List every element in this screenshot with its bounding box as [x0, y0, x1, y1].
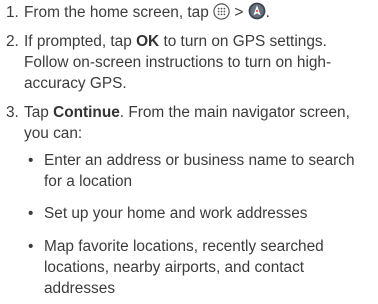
step-text: From the home screen, tap [24, 4, 214, 21]
bullet-item: • Enter an address or business name to s… [26, 150, 370, 192]
apps-grid-icon [213, 3, 230, 26]
icon-separator: > [230, 4, 248, 21]
bullet-text: Map favorite locations, recently searche… [44, 238, 324, 297]
maps-navigator-icon [248, 2, 266, 26]
step-1: 1. From the home screen, tap > . [6, 2, 372, 26]
bullet-dot: • [28, 205, 34, 222]
step-3: 3. Tap Continue. From the main navigator… [6, 102, 372, 144]
ok-term: OK [136, 33, 160, 50]
bullet-text: Set up your home and work addresses [44, 205, 308, 222]
bullet-item: • Set up your home and work addresses [26, 203, 370, 224]
step-text: Tap [24, 104, 54, 121]
step-text: If prompted, tap [24, 33, 137, 50]
step-number: 3. [6, 104, 19, 121]
step-2: 2. If prompted, tap OK to turn on GPS se… [6, 31, 372, 94]
bullet-item: • Map favorite locations, recently searc… [26, 236, 370, 299]
step-text-end: . [265, 4, 270, 21]
step-number: 2. [6, 33, 19, 50]
step-number: 1. [6, 4, 19, 21]
bullet-dot: • [28, 152, 34, 169]
bullet-text: Enter an address or business name to sea… [44, 152, 355, 190]
bullet-dot: • [28, 238, 34, 255]
continue-term: Continue [53, 104, 120, 121]
